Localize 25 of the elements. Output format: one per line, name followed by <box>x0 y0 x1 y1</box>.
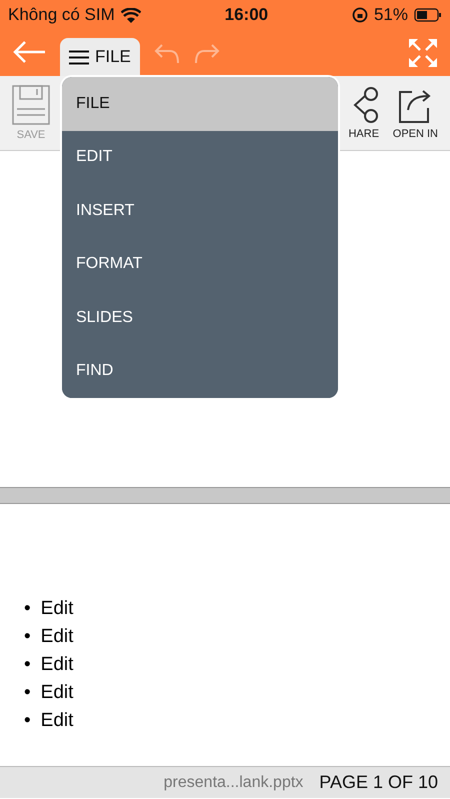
menu-icon <box>69 50 89 64</box>
carrier-text: Không có SIM <box>8 5 115 25</box>
bullet-marker: • <box>24 709 31 733</box>
bullet-text: Edit <box>40 681 74 705</box>
fullscreen-icon[interactable] <box>408 38 438 68</box>
bullet-text: Edit <box>40 597 74 621</box>
menu-item[interactable]: FILE <box>62 77 338 130</box>
file-tab[interactable]: FILE <box>60 38 140 76</box>
bullet-marker: • <box>24 653 31 677</box>
rotation-lock-icon <box>352 7 368 23</box>
bullet-marker: • <box>24 625 31 649</box>
bullet-marker: • <box>24 681 31 705</box>
bullet-text: Edit <box>40 625 74 649</box>
page-indicator: PAGE 1 OF 10 <box>319 772 438 793</box>
share-button[interactable]: HARE <box>340 86 387 140</box>
battery-icon <box>414 8 442 22</box>
wifi-icon <box>120 8 141 22</box>
battery-text: 51% <box>374 5 408 25</box>
clock-text: 16:00 <box>224 5 268 25</box>
bullet-marker: • <box>24 597 31 621</box>
bullet-text: Edit <box>40 653 74 677</box>
file-name: presenta...lank.pptx <box>164 774 304 792</box>
bullet-text: Edit <box>40 709 74 733</box>
back-arrow-icon[interactable] <box>12 40 46 64</box>
open-button[interactable]: OPEN IN <box>386 86 444 140</box>
